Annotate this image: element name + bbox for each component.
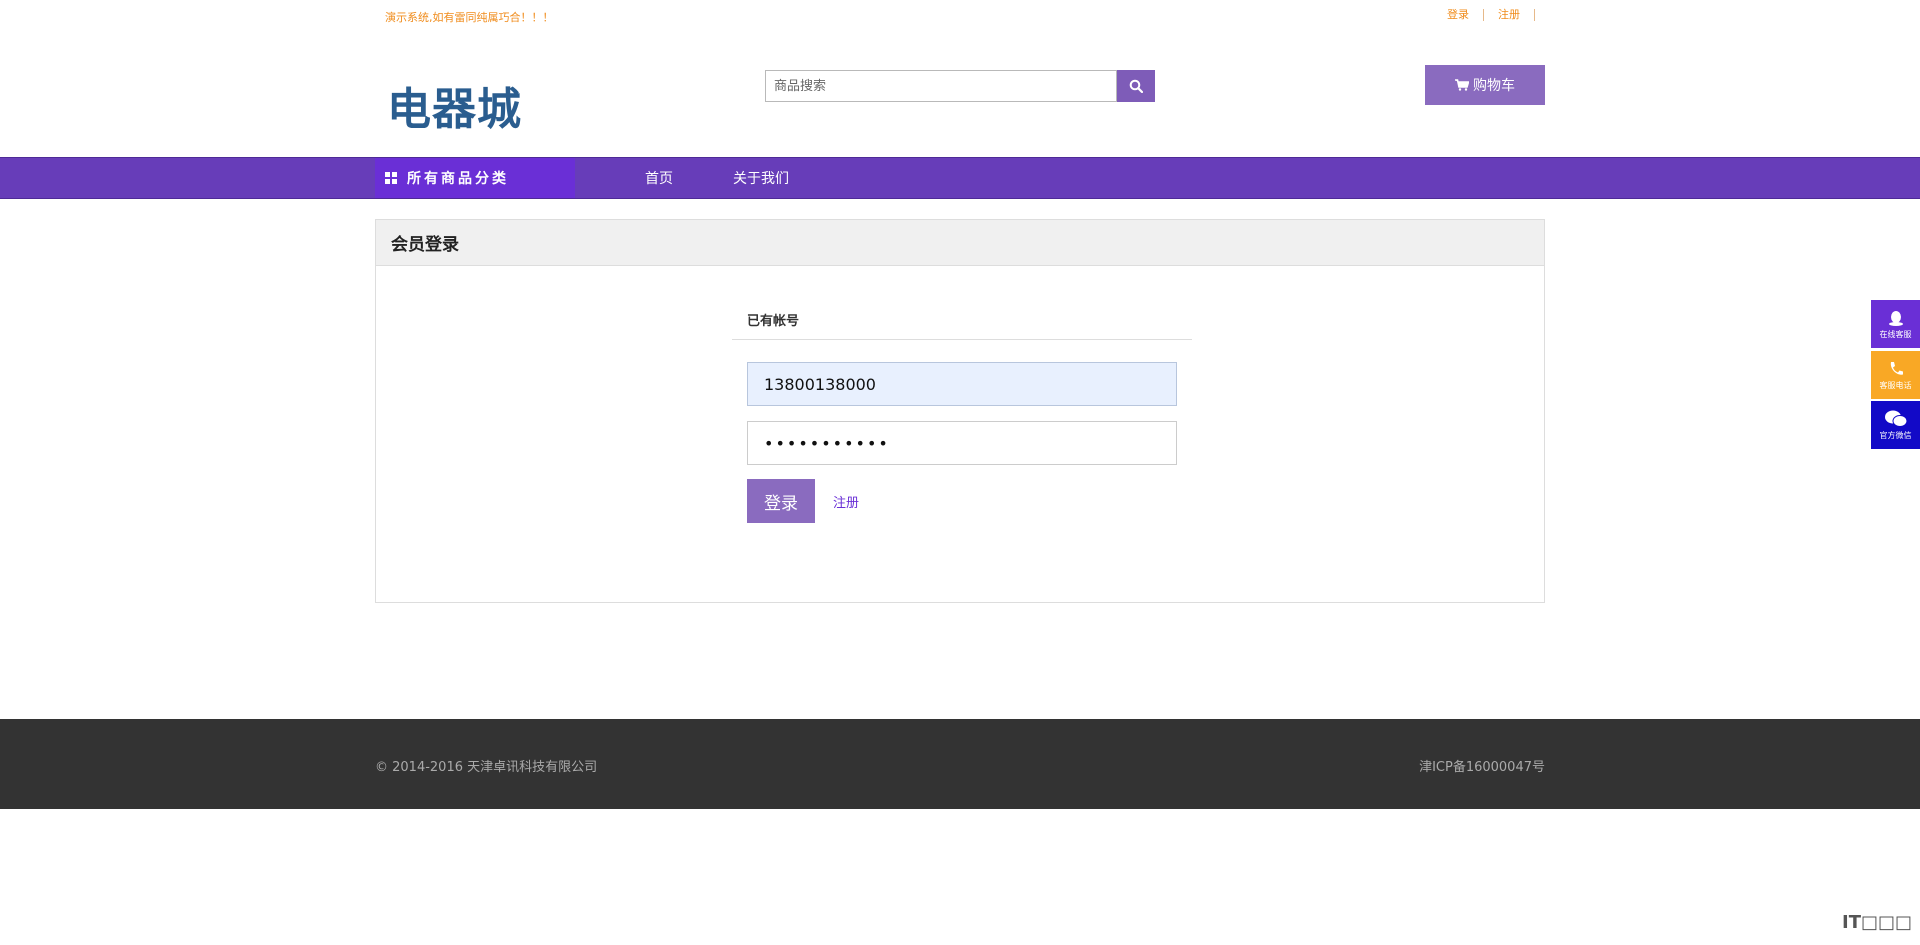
register-link[interactable]: 注册 (833, 492, 859, 511)
service-phone-label: 客服电话 (1879, 380, 1912, 390)
search-bar (765, 70, 1155, 102)
all-categories-label: 所有商品分类 (407, 171, 509, 187)
grid-icon (385, 172, 397, 184)
service-phone-button[interactable]: 客服电话 (1871, 351, 1920, 399)
search-input[interactable] (765, 70, 1117, 102)
main-nav: 所有商品分类 首页 关于我们 (0, 157, 1920, 199)
login-form: 已有帐号 13800138000 ••••••••••• 登录 注册 (732, 310, 1192, 523)
existing-account-title: 已有帐号 (732, 310, 1192, 340)
top-bar: 演示系统,如有雷同纯属巧合！！！ 登录 注册 (375, 0, 1545, 32)
cart-button[interactable]: 购物车 (1425, 65, 1545, 105)
login-panel: 会员登录 已有帐号 13800138000 ••••••••••• 登录 注册 (375, 219, 1545, 603)
nav-item-about[interactable]: 关于我们 (733, 168, 789, 188)
site-logo[interactable]: 电器城 (387, 73, 522, 137)
nav-item-home[interactable]: 首页 (645, 168, 673, 188)
watermark: IT□□□ (1842, 912, 1912, 933)
top-links: 登录 注册 (1433, 9, 1535, 21)
top-register-link[interactable]: 注册 (1484, 9, 1535, 21)
header: 电器城 购物车 (375, 55, 1545, 135)
cart-icon (1455, 79, 1469, 91)
wechat-icon (1884, 410, 1907, 427)
search-icon (1129, 79, 1143, 93)
online-service-button[interactable]: 在线客服 (1871, 300, 1920, 348)
top-login-link[interactable]: 登录 (1433, 9, 1484, 21)
demo-notice: 演示系统,如有雷同纯属巧合！！！ (385, 11, 554, 24)
panel-title: 会员登录 (376, 220, 1544, 266)
icp-text: 津ICP备16000047号 (1419, 760, 1545, 775)
wechat-label: 官方微信 (1879, 430, 1912, 440)
all-categories-menu[interactable]: 所有商品分类 (375, 158, 575, 198)
username-field[interactable]: 13800138000 (747, 362, 1177, 406)
online-service-label: 在线客服 (1879, 329, 1912, 339)
password-field[interactable]: ••••••••••• (747, 421, 1177, 465)
phone-icon (1890, 361, 1903, 375)
search-button[interactable] (1117, 70, 1155, 102)
login-button[interactable]: 登录 (747, 479, 815, 523)
qq-icon (1888, 310, 1903, 326)
footer: © 2014-2016 天津卓讯科技有限公司 津ICP备16000047号 (0, 719, 1920, 809)
cart-label: 购物车 (1473, 78, 1515, 94)
wechat-button[interactable]: 官方微信 (1871, 401, 1920, 449)
